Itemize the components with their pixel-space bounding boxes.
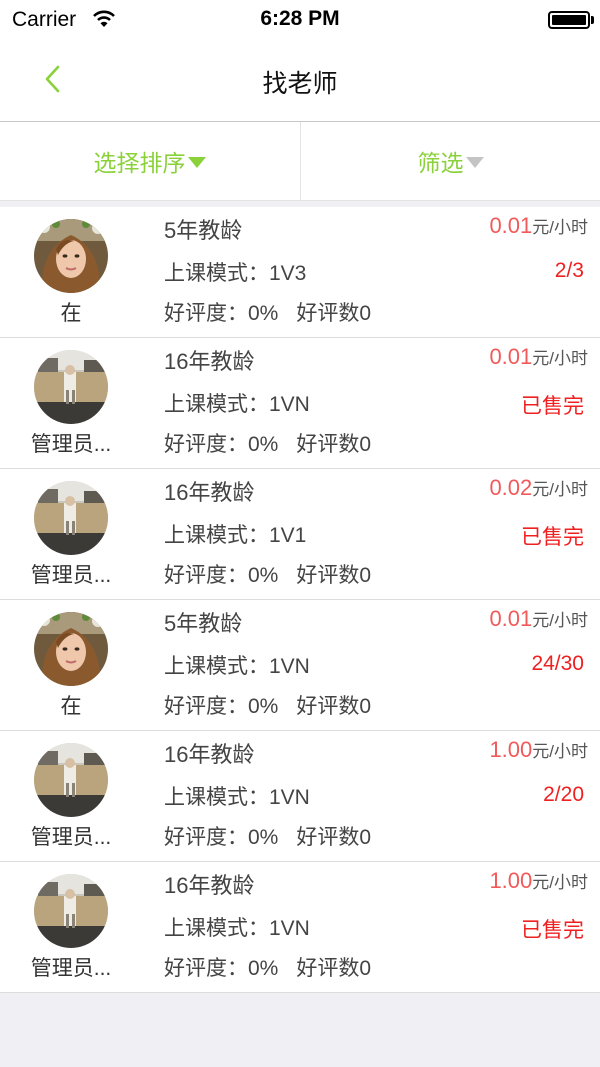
rating-percent: 好评度：0% <box>164 826 279 849</box>
price-unit: 元/小时 <box>532 480 588 499</box>
avatar-street-photo <box>34 350 108 424</box>
avatar-street-photo <box>34 743 108 817</box>
class-mode: 上课模式：1V1 <box>164 524 307 547</box>
avatar-street-photo <box>34 874 108 948</box>
status-bar: Carrier 6:28 PM <box>0 0 600 40</box>
enrollment-status: 2/3 <box>554 259 584 282</box>
teacher-row[interactable]: 管理员... 16年教龄 上课模式：1VN 好评度：0% 好评数0 1.00元/小… <box>0 731 600 862</box>
teacher-name: 在 <box>60 695 82 718</box>
battery-cap <box>591 16 594 24</box>
review-count: 好评数0 <box>296 826 372 849</box>
nav-bar: 找老师 <box>0 40 600 122</box>
teacher-row[interactable]: 管理员... 16年教龄 上课模式：1VN 好评度：0% 好评数0 0.01元/小… <box>0 338 600 469</box>
enrollment-status: 已售完 <box>521 919 584 942</box>
filter-label: 筛选 <box>417 150 464 176</box>
review-count: 好评数0 <box>296 302 372 325</box>
caret-down-icon <box>465 157 484 168</box>
teaching-years: 5年教龄 <box>164 218 243 243</box>
avatar-girl-portrait <box>34 219 108 293</box>
rating-line: 好评度：0% 好评数0 <box>164 297 371 327</box>
price-value: 0.01 <box>489 213 533 238</box>
page-title: 找老师 <box>262 70 338 98</box>
class-mode: 上课模式：1VN <box>164 655 310 678</box>
teacher-name: 在 <box>60 302 82 325</box>
review-count: 好评数0 <box>296 564 372 587</box>
caret-down-icon <box>187 157 206 168</box>
price: 0.02元/小时 <box>489 475 588 501</box>
avatar-girl-portrait <box>34 612 108 686</box>
teacher-name: 管理员... <box>30 564 112 587</box>
price-value: 1.00 <box>489 868 533 893</box>
teacher-list: 在 5年教龄 上课模式：1V3 好评度：0% 好评数0 0.01元/小时 2/3 … <box>0 207 600 993</box>
status-time: 6:28 PM <box>260 7 340 30</box>
price-value: 0.01 <box>489 344 533 369</box>
review-count: 好评数0 <box>296 433 372 456</box>
price-value: 1.00 <box>489 737 533 762</box>
rating-percent: 好评度：0% <box>164 957 279 980</box>
rating-line: 好评度：0% 好评数0 <box>164 428 371 458</box>
teacher-row[interactable]: 在 5年教龄 上课模式：1V3 好评度：0% 好评数0 0.01元/小时 2/3 <box>0 207 600 338</box>
class-mode: 上课模式：1VN <box>164 786 310 809</box>
enrollment-status: 2/20 <box>543 783 584 806</box>
price-value: 0.01 <box>489 606 533 631</box>
filter-bar: 选择排序 筛选 <box>0 122 600 201</box>
price-unit: 元/小时 <box>532 349 588 368</box>
class-mode: 上课模式：1VN <box>164 393 310 416</box>
rating-line: 好评度：0% 好评数0 <box>164 821 371 851</box>
rating-percent: 好评度：0% <box>164 433 279 456</box>
enrollment-status: 24/30 <box>531 652 584 675</box>
rating-percent: 好评度：0% <box>164 302 279 325</box>
avatar-street-photo <box>34 481 108 555</box>
price-unit: 元/小时 <box>532 218 588 237</box>
teacher-row[interactable]: 管理员... 16年教龄 上课模式：1V1 好评度：0% 好评数0 0.02元/小… <box>0 469 600 600</box>
price: 0.01元/小时 <box>489 606 588 632</box>
price-unit: 元/小时 <box>532 873 588 892</box>
sort-label: 选择排序 <box>93 150 186 176</box>
price-unit: 元/小时 <box>532 742 588 761</box>
sort-dropdown[interactable]: 选择排序 <box>0 122 299 200</box>
rating-line: 好评度：0% 好评数0 <box>164 559 371 589</box>
teaching-years: 16年教龄 <box>164 873 255 898</box>
price-unit: 元/小时 <box>532 611 588 630</box>
price: 1.00元/小时 <box>489 868 588 894</box>
rating-line: 好评度：0% 好评数0 <box>164 952 371 982</box>
review-count: 好评数0 <box>296 957 372 980</box>
rating-line: 好评度：0% 好评数0 <box>164 690 371 720</box>
teaching-years: 5年教龄 <box>164 611 243 636</box>
rating-percent: 好评度：0% <box>164 564 279 587</box>
teaching-years: 16年教龄 <box>164 349 255 374</box>
review-count: 好评数0 <box>296 695 372 718</box>
price: 0.01元/小时 <box>489 344 588 370</box>
teaching-years: 16年教龄 <box>164 480 255 505</box>
teacher-name: 管理员... <box>30 826 112 849</box>
price: 0.01元/小时 <box>489 213 588 239</box>
price-value: 0.02 <box>489 475 533 500</box>
class-mode: 上课模式：1VN <box>164 917 310 940</box>
teacher-row[interactable]: 在 5年教龄 上课模式：1VN 好评度：0% 好评数0 0.01元/小时 24/3… <box>0 600 600 731</box>
enrollment-status: 已售完 <box>521 395 584 418</box>
teaching-years: 16年教龄 <box>164 742 255 767</box>
teacher-row[interactable]: 管理员... 16年教龄 上课模式：1VN 好评度：0% 好评数0 1.00元/小… <box>0 862 600 993</box>
filter-dropdown[interactable]: 筛选 <box>300 122 600 200</box>
teacher-name: 管理员... <box>30 433 112 456</box>
price: 1.00元/小时 <box>489 737 588 763</box>
rating-percent: 好评度：0% <box>164 695 279 718</box>
teacher-name: 管理员... <box>30 957 112 980</box>
battery-icon <box>548 11 590 29</box>
class-mode: 上课模式：1V3 <box>164 262 307 285</box>
enrollment-status: 已售完 <box>521 526 584 549</box>
